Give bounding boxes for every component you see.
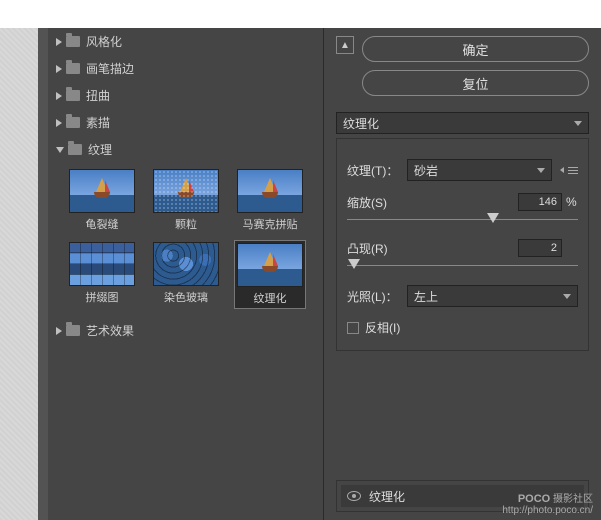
ok-button[interactable]: 确定 (362, 36, 589, 62)
category-distort[interactable]: 扭曲 (48, 82, 323, 109)
relief-input[interactable] (518, 239, 562, 257)
category-brush-strokes[interactable]: 画笔描边 (48, 55, 323, 82)
thumb-label: 颗粒 (175, 216, 197, 232)
slider-handle-icon[interactable] (348, 259, 360, 269)
thumb-texturizer[interactable]: 纹理化 (234, 240, 306, 309)
texture-type-select[interactable]: 砂岩 (407, 159, 552, 181)
category-label: 素描 (86, 114, 110, 131)
filter-select[interactable]: 纹理化 (336, 112, 589, 134)
chevron-down-icon (574, 121, 582, 126)
filter-select-value: 纹理化 (343, 115, 379, 132)
folder-icon (68, 144, 82, 155)
thumb-grain[interactable]: 颗粒 (150, 167, 222, 234)
light-direction-select[interactable]: 左上 (407, 285, 578, 307)
thumb-mosaic-tiles[interactable]: 马赛克拼贴 (234, 167, 306, 234)
texture-label: 纹理(T)： (347, 162, 407, 179)
chevron-right-icon (56, 92, 62, 100)
thumb-stained-glass[interactable]: 染色玻璃 (150, 240, 222, 309)
thumb-label: 纹理化 (254, 290, 287, 306)
category-label: 扭曲 (86, 87, 110, 104)
texture-value: 砂岩 (414, 162, 438, 179)
light-label: 光照(L)： (347, 288, 407, 305)
reset-button[interactable]: 复位 (362, 70, 589, 96)
texture-thumbnails: 龟裂缝 颗粒 马赛克拼贴 拼缀图 染色玻璃 纹理化 (48, 163, 323, 317)
relief-label: 凸现(R) (347, 240, 518, 257)
thumb-label: 染色玻璃 (164, 289, 208, 305)
percent-label: % (566, 195, 578, 209)
category-label: 纹理 (88, 141, 112, 158)
category-texture[interactable]: 纹理 (48, 136, 323, 163)
chevron-down-icon (56, 147, 64, 153)
thumb-craquelure[interactable]: 龟裂缝 (66, 167, 138, 234)
thumb-label: 马赛克拼贴 (243, 216, 298, 232)
chevron-right-icon (56, 119, 62, 127)
thumb-label: 龟裂缝 (86, 216, 119, 232)
relief-slider[interactable] (347, 259, 578, 273)
scale-slider[interactable] (347, 213, 578, 227)
layer-name: 纹理化 (369, 488, 405, 505)
light-value: 左上 (414, 288, 438, 305)
chevron-down-icon (563, 294, 571, 299)
folder-icon (66, 36, 80, 47)
category-label: 画笔描边 (86, 60, 134, 77)
collapse-panel-icon[interactable]: ▲ (336, 36, 354, 54)
slider-handle-icon[interactable] (487, 213, 499, 223)
category-stylize[interactable]: 风格化 (48, 28, 323, 55)
scale-label: 缩放(S) (347, 194, 518, 211)
chevron-right-icon (56, 65, 62, 73)
category-label: 艺术效果 (86, 322, 134, 339)
chevron-right-icon (56, 327, 62, 335)
folder-icon (66, 325, 80, 336)
folder-icon (66, 117, 80, 128)
category-sketch[interactable]: 素描 (48, 109, 323, 136)
category-artistic[interactable]: 艺术效果 (48, 317, 323, 344)
invert-label: 反相(I) (365, 319, 400, 336)
chevron-right-icon (56, 38, 62, 46)
filter-category-panel: 风格化 画笔描边 扭曲 素描 纹理 龟裂缝 颗粒 马赛克拼贴 拼缀图 染色玻璃 … (48, 28, 324, 520)
category-label: 风格化 (86, 33, 122, 50)
folder-icon (66, 90, 80, 101)
thumb-patchwork[interactable]: 拼缀图 (66, 240, 138, 309)
folder-icon (66, 63, 80, 74)
texture-menu-icon[interactable] (560, 167, 578, 174)
filter-settings-panel: ▲ 确定 复位 纹理化 纹理(T)： 砂岩 缩放(S) % (324, 28, 601, 520)
params-group: 纹理(T)： 砂岩 缩放(S) % 凸现(R) (336, 138, 589, 351)
visibility-eye-icon[interactable] (347, 491, 361, 501)
invert-checkbox[interactable] (347, 322, 359, 334)
chevron-down-icon (537, 168, 545, 173)
thumb-label: 拼缀图 (86, 289, 119, 305)
scale-input[interactable] (518, 193, 562, 211)
watermark: POCO 摄影社区 http://photo.poco.cn/ (502, 493, 593, 516)
